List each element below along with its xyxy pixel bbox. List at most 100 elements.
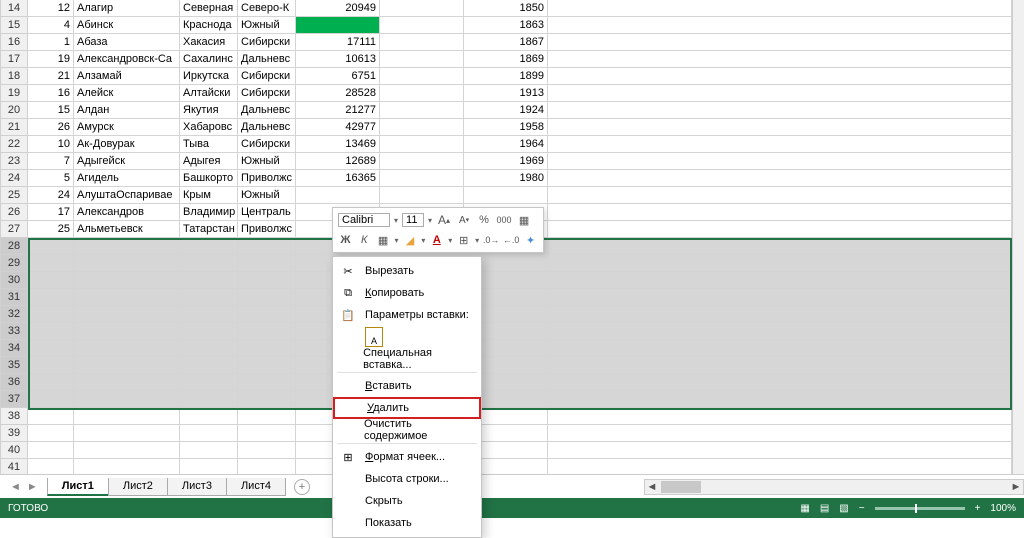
cell[interactable] (380, 51, 464, 68)
cell[interactable] (296, 187, 380, 204)
grid-row[interactable]: 1719Александровск-СаСахалинсДальневс1061… (0, 51, 1012, 68)
cell[interactable]: 1924 (464, 102, 548, 119)
cell[interactable] (28, 340, 74, 357)
cell[interactable]: 7 (28, 153, 74, 170)
grid-row[interactable]: 245АгидельБашкортоПриволжс163651980 (0, 170, 1012, 187)
row-header[interactable]: 28 (0, 238, 28, 255)
cell[interactable]: 1850 (464, 0, 548, 17)
cell[interactable] (180, 391, 238, 408)
cell[interactable] (238, 442, 296, 459)
cell[interactable] (548, 17, 1012, 34)
font-name-input[interactable] (338, 213, 390, 227)
cell[interactable] (548, 102, 1012, 119)
cell[interactable] (180, 340, 238, 357)
cell[interactable] (180, 238, 238, 255)
cell[interactable]: 1 (28, 34, 74, 51)
row-header[interactable]: 15 (0, 17, 28, 34)
fill-color-icon[interactable]: ◢ (403, 232, 418, 248)
cell[interactable]: 1867 (464, 34, 548, 51)
cell[interactable] (28, 323, 74, 340)
cell[interactable]: Владимир (180, 204, 238, 221)
cell[interactable]: Южный (238, 187, 296, 204)
percent-icon[interactable]: % (476, 212, 492, 228)
cell[interactable] (28, 391, 74, 408)
grid-row[interactable]: 34 (0, 340, 1012, 357)
cell[interactable] (28, 374, 74, 391)
cell[interactable]: 1869 (464, 51, 548, 68)
cell[interactable]: 5 (28, 170, 74, 187)
cell[interactable] (28, 408, 74, 425)
menu-paste-special[interactable]: Специальная вставка... (333, 348, 481, 370)
cell[interactable]: 16 (28, 85, 74, 102)
row-header[interactable]: 14 (0, 0, 28, 17)
grid-row[interactable]: 2524АлуштаОспариваеКрымЮжный (0, 187, 1012, 204)
cell[interactable] (380, 85, 464, 102)
grid-row[interactable]: 38 (0, 408, 1012, 425)
menu-paste-option[interactable]: A (333, 326, 481, 348)
cell[interactable]: 1980 (464, 170, 548, 187)
cell[interactable]: 16365 (296, 170, 380, 187)
cell[interactable] (380, 34, 464, 51)
increase-decimal-icon[interactable]: .0→ (483, 232, 499, 248)
cell[interactable] (380, 187, 464, 204)
cell[interactable]: Агидель (74, 170, 180, 187)
font-name-dropdown-icon[interactable]: ▾ (394, 216, 398, 225)
cell[interactable] (28, 238, 74, 255)
row-header[interactable]: 24 (0, 170, 28, 187)
view-page-break-icon[interactable]: ▧ (839, 503, 848, 514)
cell[interactable] (380, 68, 464, 85)
grid-row[interactable]: 32 (0, 306, 1012, 323)
decrease-decimal-icon[interactable]: ←.0 (503, 232, 519, 248)
grid-row[interactable]: 37 (0, 391, 1012, 408)
chevron-left-icon[interactable]: ◄ (8, 479, 23, 495)
cell[interactable] (548, 153, 1012, 170)
cell[interactable] (548, 136, 1012, 153)
cell[interactable]: Дальневс (238, 102, 296, 119)
row-header[interactable]: 31 (0, 289, 28, 306)
cell[interactable]: 4 (28, 17, 74, 34)
row-header[interactable]: 22 (0, 136, 28, 153)
cell[interactable] (548, 425, 1012, 442)
cell[interactable]: 12689 (296, 153, 380, 170)
cell[interactable]: АлуштаОспаривае (74, 187, 180, 204)
cell[interactable]: Алейск (74, 85, 180, 102)
cell[interactable]: Ак-Довурак (74, 136, 180, 153)
cell[interactable] (74, 357, 180, 374)
cell[interactable] (180, 442, 238, 459)
cell[interactable] (28, 289, 74, 306)
cell[interactable] (180, 357, 238, 374)
cell[interactable] (380, 153, 464, 170)
cell[interactable] (548, 221, 1012, 238)
cell[interactable]: 1913 (464, 85, 548, 102)
grid-row[interactable]: 237АдыгейскАдыгеяЮжный126891969 (0, 153, 1012, 170)
cell[interactable] (548, 374, 1012, 391)
sheet-tab[interactable]: Лист1 (47, 478, 109, 496)
cell[interactable] (380, 170, 464, 187)
menu-copy[interactable]: ⧉ Копировать (333, 282, 481, 304)
cell[interactable] (238, 425, 296, 442)
cell[interactable]: 20949 (296, 0, 380, 17)
cell[interactable]: 21277 (296, 102, 380, 119)
cell[interactable] (238, 391, 296, 408)
cell[interactable]: 15 (28, 102, 74, 119)
cell[interactable]: 24 (28, 187, 74, 204)
sheet-tab[interactable]: Лист2 (108, 478, 168, 496)
cell[interactable]: Сибирски (238, 85, 296, 102)
cell[interactable] (548, 255, 1012, 272)
cell[interactable] (28, 425, 74, 442)
grid-row[interactable]: 1821АлзамайИркутскаСибирски67511899 (0, 68, 1012, 85)
cell[interactable] (548, 408, 1012, 425)
border-icon[interactable]: ▦ (376, 232, 391, 248)
cell[interactable]: 19 (28, 51, 74, 68)
cell[interactable]: Александровск-Са (74, 51, 180, 68)
cell[interactable]: Северо-К (238, 0, 296, 17)
sheet-nav-buttons[interactable]: ◄ ► (0, 479, 48, 495)
cell[interactable]: 12 (28, 0, 74, 17)
cell[interactable] (180, 306, 238, 323)
cell[interactable] (180, 425, 238, 442)
grid-row[interactable]: 30 (0, 272, 1012, 289)
row-header[interactable]: 34 (0, 340, 28, 357)
cell[interactable]: 6751 (296, 68, 380, 85)
zoom-out-button[interactable]: − (859, 503, 865, 514)
row-header[interactable]: 37 (0, 391, 28, 408)
